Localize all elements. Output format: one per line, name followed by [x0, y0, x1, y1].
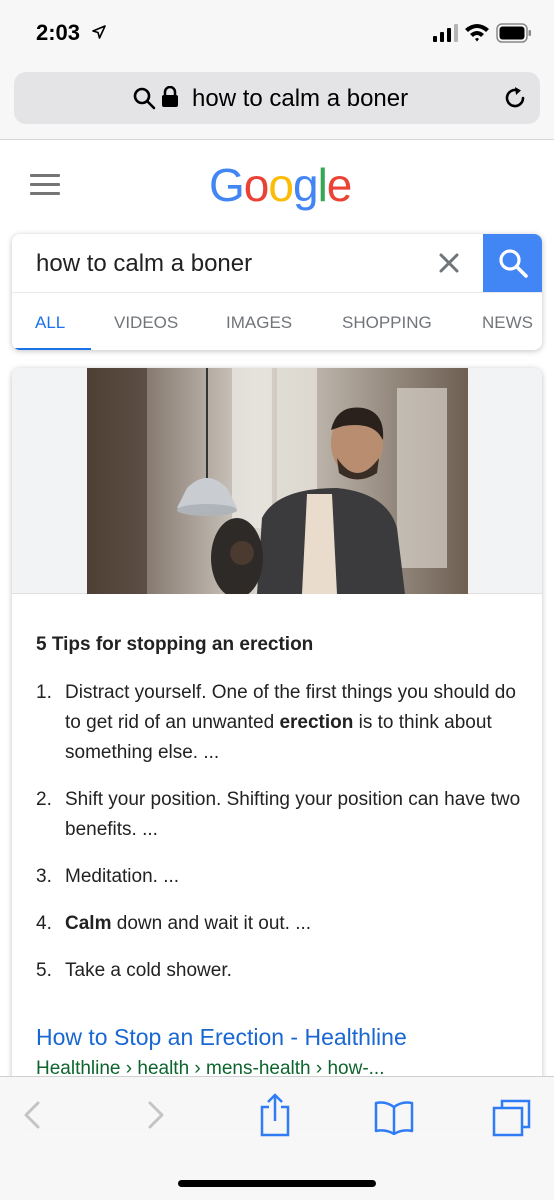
list-number: 5.	[36, 960, 52, 981]
search-icon	[133, 87, 156, 110]
logo-letter: o	[268, 159, 294, 211]
active-tab-indicator	[12, 348, 91, 350]
list-number: 2.	[36, 789, 52, 810]
google-logo[interactable]: Google	[209, 158, 353, 212]
status-time: 2:03	[36, 20, 81, 45]
list-number: 4.	[36, 913, 52, 934]
cellular-signal-icon	[433, 24, 458, 42]
logo-letter: e	[326, 159, 353, 211]
bookmarks-icon[interactable]	[374, 1101, 414, 1135]
clear-icon[interactable]	[437, 251, 461, 275]
item-bold-text: Calm	[65, 913, 112, 934]
snippet-list-item: 4. Calm down and wait it out. ...	[36, 909, 526, 939]
logo-letter: G	[209, 159, 245, 211]
browser-address-area: how to calm a boner	[0, 64, 554, 140]
search-icon	[499, 249, 528, 278]
tab-all[interactable]: ALL	[35, 313, 65, 333]
list-number: 3.	[36, 866, 52, 887]
snippet-photo[interactable]	[87, 368, 468, 594]
logo-letter: o	[243, 159, 270, 211]
snippet-list: 1. Distract yourself. One of the first th…	[36, 678, 526, 1003]
search-input[interactable]: how to calm a boner	[36, 250, 252, 278]
tab-videos[interactable]: VIDEOS	[114, 313, 178, 333]
tab-images[interactable]: IMAGES	[226, 313, 292, 333]
snippet-list-item: 5. Take a cold shower.	[36, 956, 526, 986]
address-text: how to calm a boner	[192, 85, 409, 112]
logo-letter: l	[317, 159, 328, 211]
wifi-icon	[465, 24, 489, 42]
reload-icon[interactable]	[502, 85, 528, 111]
hamburger-menu-icon[interactable]	[30, 174, 60, 196]
lock-icon	[162, 86, 178, 107]
result-title-link[interactable]: How to Stop an Erection - Healthline	[36, 1024, 407, 1051]
item-text: Shift your position. Shifting your posit…	[65, 789, 521, 840]
tabs-icon[interactable]	[492, 1099, 532, 1137]
item-bold-text: erection	[279, 712, 354, 733]
item-text: Take a cold shower.	[65, 960, 232, 981]
tab-news[interactable]: NEWS	[482, 313, 533, 333]
snippet-list-item: 1. Distract yourself. One of the first th…	[36, 678, 526, 768]
snippet-title: 5 Tips for stopping an erection	[36, 634, 314, 655]
search-box-card: how to calm a boner ALL VIDEOS IMAGES SH…	[12, 234, 542, 350]
home-indicator[interactable]	[178, 1180, 376, 1187]
featured-snippet-card: 5 Tips for stopping an erection 1. Distra…	[12, 368, 542, 1128]
address-bar[interactable]: how to calm a boner	[14, 72, 540, 124]
status-bar: 2:03	[0, 0, 554, 64]
item-text: down and wait it out. ...	[111, 913, 312, 934]
search-button[interactable]	[483, 234, 542, 292]
snippet-list-item: 3. Meditation. ...	[36, 862, 526, 892]
location-arrow-icon	[92, 25, 106, 39]
snippet-list-item: 2. Shift your position. Shifting your pos…	[36, 785, 526, 845]
snippet-image-area	[12, 368, 542, 594]
back-icon[interactable]	[22, 1099, 42, 1131]
tab-shopping[interactable]: SHOPPING	[342, 313, 432, 333]
share-icon[interactable]	[258, 1093, 292, 1137]
item-text: Meditation. ...	[65, 866, 180, 887]
search-tabs: ALL VIDEOS IMAGES SHOPPING NEWS	[12, 292, 542, 350]
google-header: Google	[0, 140, 554, 230]
forward-icon[interactable]	[146, 1099, 166, 1131]
list-number: 1.	[36, 682, 52, 703]
battery-icon	[496, 23, 531, 43]
logo-letter: g	[292, 159, 319, 211]
